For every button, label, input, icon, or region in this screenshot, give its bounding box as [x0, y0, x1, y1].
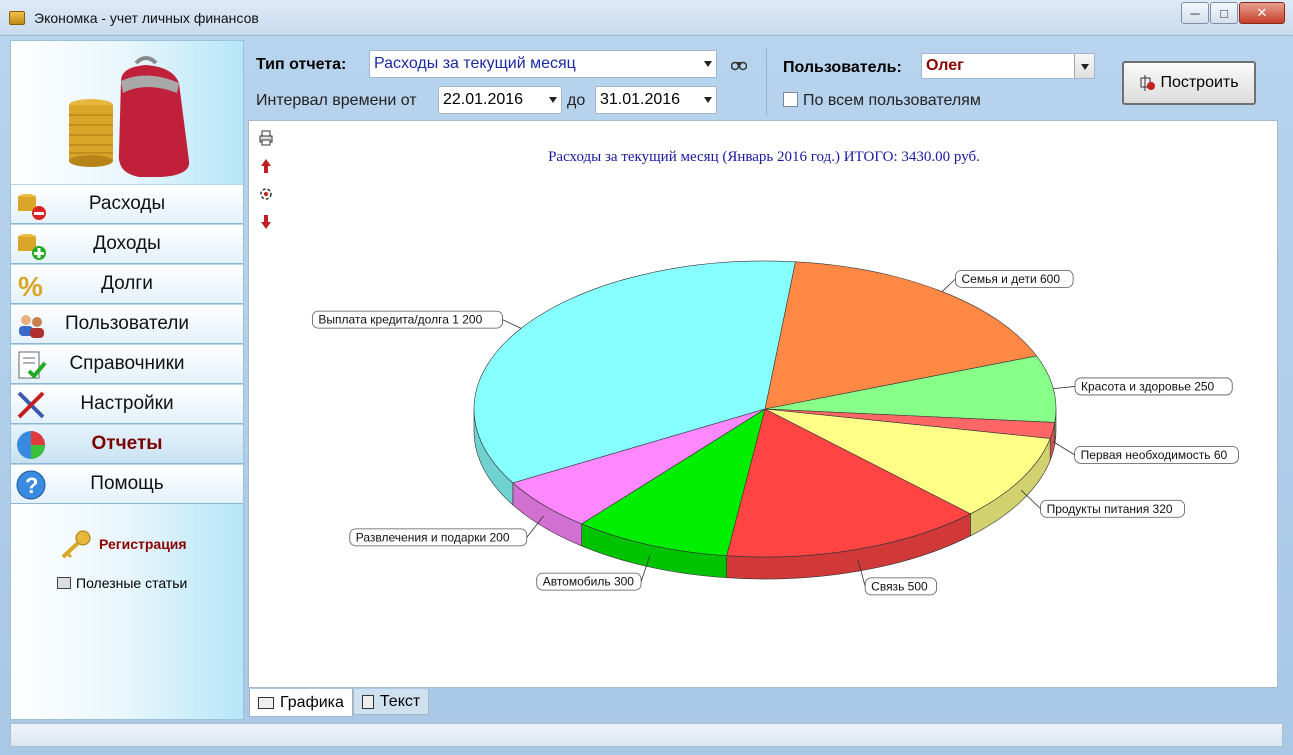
date-from-value: 22.01.2016	[443, 91, 524, 108]
help-icon: ?	[16, 470, 46, 500]
sidebar-item-label: Пользователи	[64, 313, 189, 334]
build-button-label: Построить	[1160, 74, 1239, 91]
sidebar-menu: Расходы Доходы % Долги Пользователи Спра…	[11, 184, 243, 504]
pie-chart-icon	[17, 431, 45, 459]
chevron-down-icon	[704, 97, 712, 103]
separator	[766, 48, 767, 116]
maximize-button[interactable]: □	[1210, 2, 1238, 24]
pie-label: Развлечения и подарки 200	[356, 530, 510, 544]
sidebar-item-reports[interactable]: Отчеты	[11, 424, 243, 464]
pie-leader-line	[1053, 386, 1076, 390]
window-controls: ─ □ ✕	[1180, 2, 1285, 24]
pie-label: Семья и дети 600	[961, 272, 1060, 286]
sidebar-item-expenses[interactable]: Расходы	[11, 184, 243, 224]
registration-label: Регистрация	[99, 536, 187, 552]
coins-plus-icon	[18, 234, 46, 260]
minimize-button[interactable]: ─	[1181, 2, 1209, 24]
view-tabs: Графика Текст	[249, 689, 430, 717]
articles-label: Полезные статьи	[76, 575, 188, 591]
sidebar-item-income[interactable]: Доходы	[11, 224, 243, 264]
sidebar-item-label: Доходы	[93, 233, 161, 254]
sidebar-item-label: Справочники	[69, 353, 185, 374]
svg-text:%: %	[18, 271, 43, 301]
chevron-down-icon	[1074, 54, 1094, 78]
to-label: до	[567, 92, 586, 109]
date-to-value: 31.01.2016	[600, 91, 681, 108]
sidebar-item-settings[interactable]: Настройки	[11, 384, 243, 424]
svg-text:?: ?	[25, 473, 38, 498]
pie-label: Первая необходимость 60	[1081, 448, 1228, 462]
pie-leader-line	[502, 319, 522, 329]
sidebar-item-label: Помощь	[90, 473, 164, 494]
window-title: Экономка - учет личных финансов	[34, 10, 259, 26]
pie-leader-line	[941, 278, 956, 292]
tab-graphics[interactable]: Графика	[249, 689, 353, 717]
tab-text-label: Текст	[379, 692, 421, 710]
binoculars-icon[interactable]	[731, 59, 747, 71]
report-panel: Расходы за текущий месяц (Январь 2016 го…	[248, 120, 1278, 688]
pie-chart: Семья и дети 600 Красота и здоровье 250 Пе…	[311, 260, 1239, 596]
tools-icon	[17, 391, 45, 419]
pie-label: Продукты питания 320	[1047, 502, 1173, 516]
user-select[interactable]: Олег	[921, 53, 1095, 79]
sidebar-item-directories[interactable]: Справочники	[11, 344, 243, 384]
report-type-label: Тип отчета:	[256, 56, 347, 73]
document-tab-icon	[361, 694, 374, 709]
users-icon	[19, 315, 44, 338]
chart-tab-icon	[258, 696, 274, 709]
build-button[interactable]: Построить	[1122, 61, 1256, 105]
sidebar-item-label: Долги	[101, 273, 153, 294]
user-value: Олег	[926, 57, 964, 74]
sidebar-item-label: Расходы	[88, 193, 166, 214]
tab-graphics-label: Графика	[280, 693, 344, 711]
articles-link[interactable]: Полезные статьи	[57, 575, 187, 591]
registration-link[interactable]: Регистрация	[59, 529, 187, 559]
sidebar-item-users[interactable]: Пользователи	[11, 304, 243, 344]
checklist-icon	[18, 351, 47, 379]
chevron-down-icon	[549, 97, 557, 103]
build-icon	[1140, 75, 1156, 91]
sidebar-item-help[interactable]: ? Помощь	[11, 464, 243, 504]
title-bar: Экономка - учет личных финансов ─ □ ✕	[0, 0, 1293, 36]
all-users-label: По всем пользователям	[803, 92, 981, 109]
sidebar-item-label: Отчеты	[91, 433, 163, 454]
wallet-logo-icon	[69, 56, 190, 177]
date-to-picker[interactable]: 31.01.2016	[595, 86, 717, 114]
sidebar: Расходы Доходы % Долги Пользователи Спра…	[10, 40, 244, 720]
all-users-checkbox[interactable]	[783, 92, 798, 107]
chevron-down-icon	[704, 61, 712, 67]
pie-label: Связь 500	[871, 579, 928, 593]
sidebar-item-debts[interactable]: % Долги	[11, 264, 243, 304]
pie-label: Автомобиль 300	[543, 575, 635, 589]
keys-icon	[61, 530, 91, 559]
book-icon	[57, 577, 71, 589]
pie-label: Красота и здоровье 250	[1081, 379, 1215, 393]
pie-label: Выплата кредита/долга 1 200	[318, 313, 482, 327]
app-icon	[9, 11, 25, 25]
sidebar-item-label: Настройки	[80, 393, 174, 414]
date-from-picker[interactable]: 22.01.2016	[438, 86, 562, 114]
report-type-select[interactable]: Расходы за текущий месяц	[369, 50, 717, 78]
status-bar	[10, 723, 1283, 747]
report-type-value: Расходы за текущий месяц	[374, 55, 576, 72]
percent-icon: %	[18, 271, 43, 301]
close-button[interactable]: ✕	[1239, 2, 1285, 24]
pie-leader-line	[1020, 489, 1041, 510]
user-label: Пользователь:	[783, 59, 902, 76]
coins-minus-icon	[18, 194, 46, 220]
interval-label: Интервал времени от	[256, 92, 417, 109]
pie-leader-line	[1052, 441, 1075, 456]
tab-text[interactable]: Текст	[352, 689, 430, 715]
